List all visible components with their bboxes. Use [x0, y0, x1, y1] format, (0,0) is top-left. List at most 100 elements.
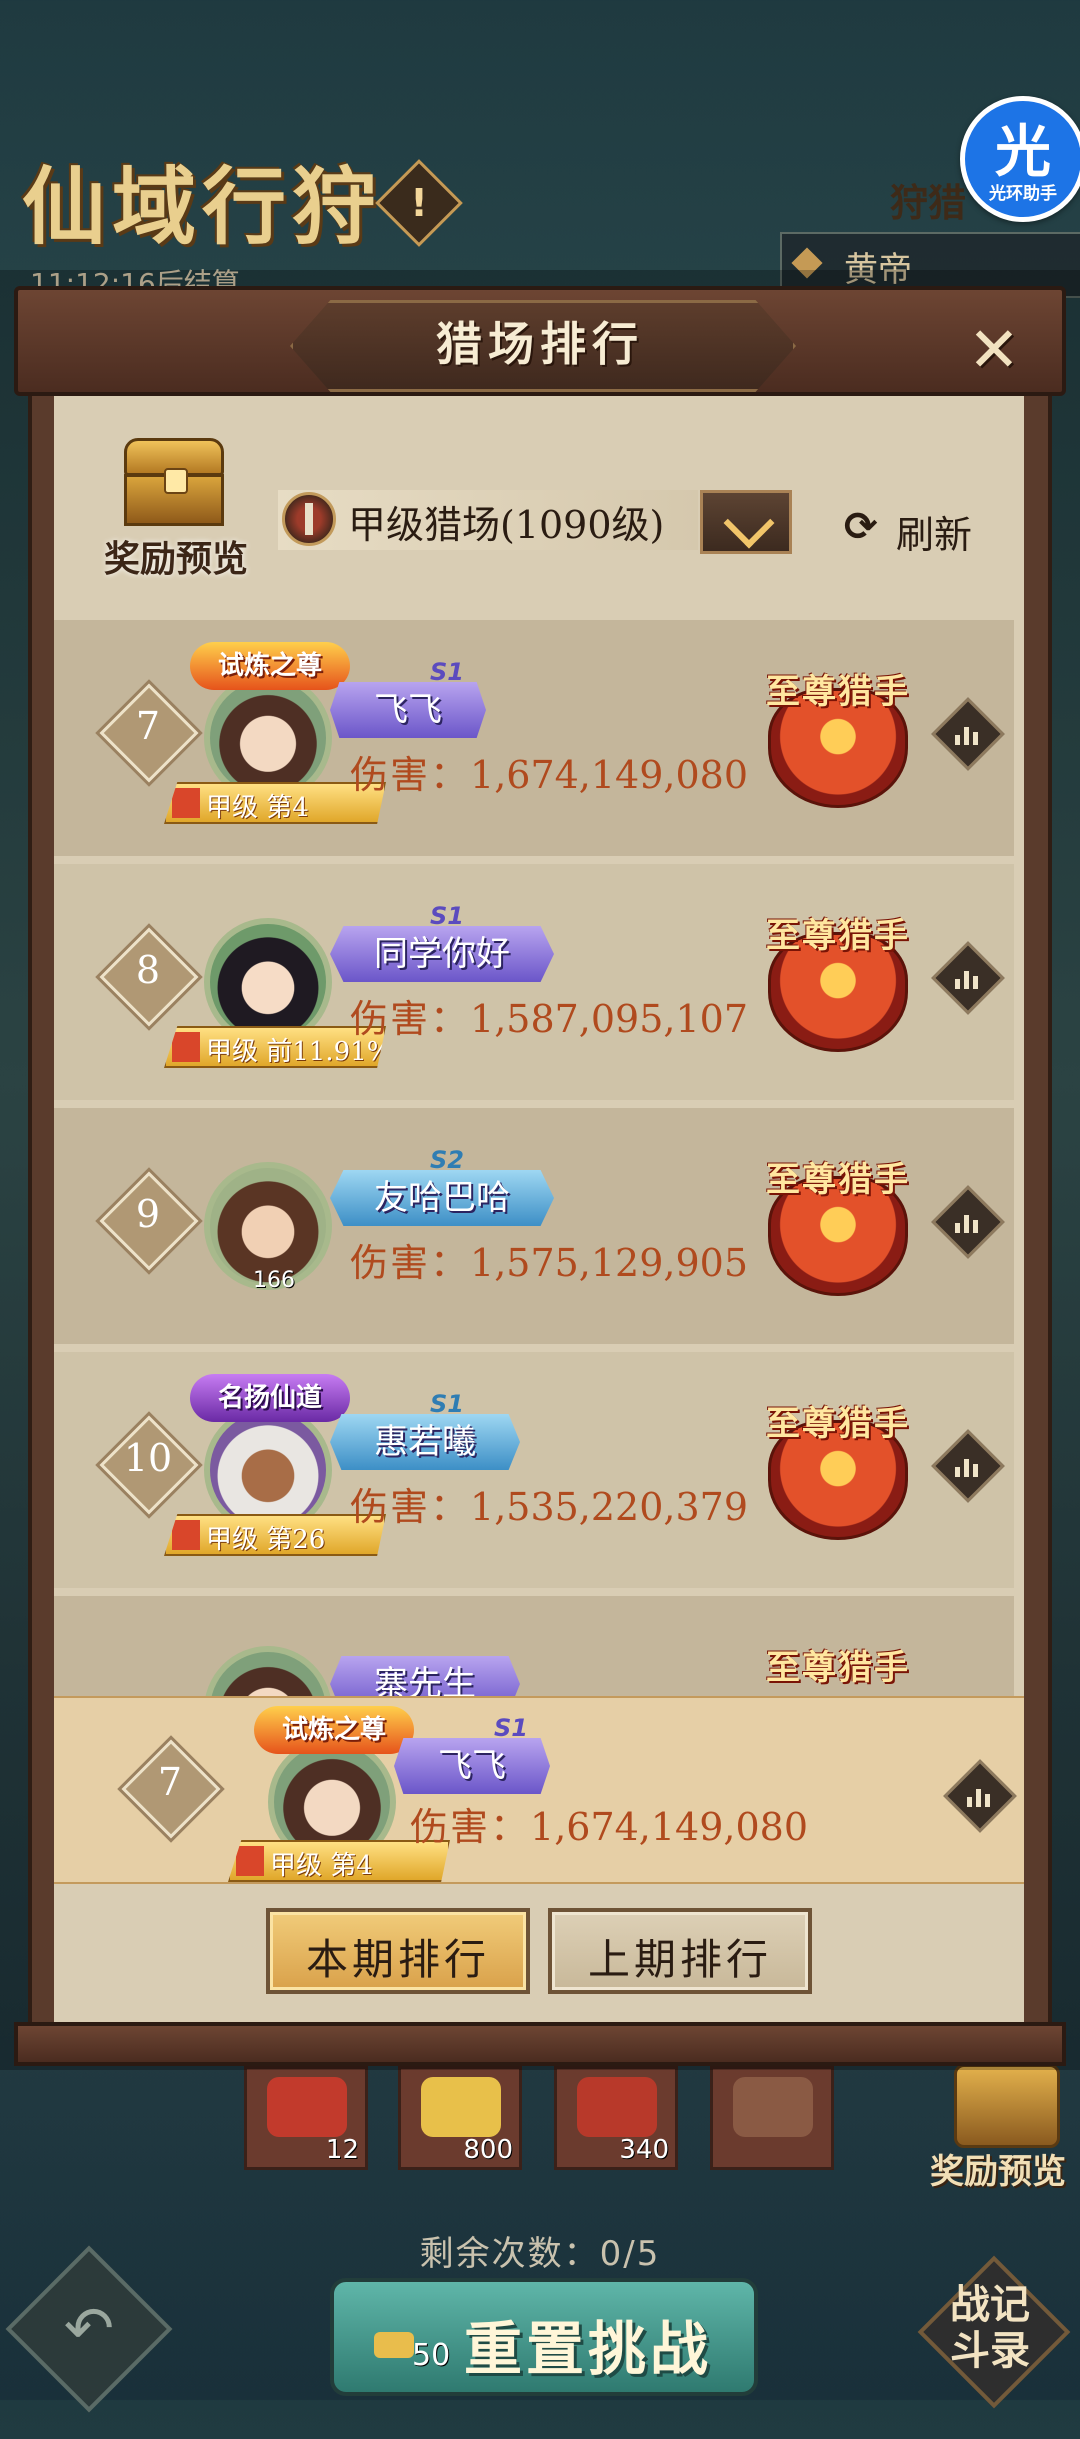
- rank-number: 7: [135, 704, 161, 748]
- gold-ingot-icon: [421, 2077, 501, 2137]
- tab-current-period[interactable]: 本期排行: [266, 1908, 530, 1994]
- info-button[interactable]: !: [375, 159, 463, 247]
- badge-title: 至尊猎手: [766, 1404, 910, 1444]
- tab-label: 本期排行: [305, 1935, 490, 1984]
- hunt-label: 狩猎: [890, 180, 967, 225]
- ranking-row[interactable]: 9 166 友哈巴哈 S2 伤害：1,575,129,905 至尊猎手: [54, 1108, 1014, 1344]
- item-count: 800: [463, 2135, 513, 2165]
- reward-preview-button[interactable]: 奖励预览: [96, 434, 256, 584]
- dropdown-button[interactable]: [700, 490, 792, 554]
- season-badge: S1: [430, 1390, 464, 1418]
- stats-button[interactable]: [931, 1185, 1005, 1259]
- player-name: 寨先生: [374, 1664, 476, 1700]
- chevron-down-icon: [723, 497, 775, 549]
- reset-cost: 50: [412, 2338, 451, 2373]
- damage-label: 伤害：: [350, 1485, 471, 1529]
- item-count: 12: [325, 2135, 359, 2165]
- ranking-row[interactable]: 8 同学你好 S1 甲级 前11.91% 伤害：1,587,095,107 至尊…: [54, 864, 1014, 1100]
- reward-item-4[interactable]: [710, 2066, 834, 2170]
- tab-previous-period[interactable]: 上期排行: [548, 1908, 812, 1994]
- reward-item-3[interactable]: 340: [554, 2066, 678, 2170]
- player-level: 166: [253, 1268, 295, 1293]
- damage-value: 伤害：1,674,149,080: [410, 1796, 808, 1851]
- player-name-ribbon: 同学你好: [330, 926, 554, 982]
- player-name: 友哈巴哈: [374, 1178, 510, 1218]
- coin-icon: [374, 2332, 414, 2358]
- flag-icon: [172, 788, 200, 818]
- refresh-icon: ⟳: [844, 504, 878, 550]
- reward-item-1[interactable]: 12: [244, 2066, 368, 2170]
- damage-number: 1,674,149,080: [530, 1805, 809, 1849]
- badge-title: 至尊猎手: [766, 672, 910, 712]
- reset-challenge-button[interactable]: 50 重置挑战: [330, 2278, 758, 2396]
- modal-bottom-bar: [14, 2022, 1066, 2066]
- grade-rank-text: 甲级 第4: [206, 793, 309, 823]
- badge-title: 至尊猎手: [766, 916, 910, 956]
- player-name-ribbon: 寨先生: [330, 1656, 520, 1700]
- ranking-list[interactable]: 7 139 试炼之尊 飞飞 S1 甲级 第4 伤害：1,674,149,080 …: [54, 620, 1014, 1700]
- player-name: 飞飞: [438, 1746, 506, 1786]
- player-name-ribbon: 飞飞: [330, 682, 486, 738]
- rank-number: 8: [135, 948, 161, 992]
- refresh-button[interactable]: ⟳ 刷新: [840, 500, 1000, 557]
- sword-emblem-icon: [282, 492, 336, 546]
- assistant-float-button[interactable]: 光 光环助手: [960, 96, 1080, 222]
- player-name-ribbon: 友哈巴哈: [330, 1170, 554, 1226]
- stats-button[interactable]: [931, 941, 1005, 1015]
- ranking-row[interactable]: 寨先生 至尊猎手: [54, 1596, 1014, 1700]
- badge-title: 至尊猎手: [766, 1160, 910, 1200]
- info-icon: !: [410, 181, 428, 225]
- modal-title: 猎场排行: [436, 317, 644, 371]
- player-name: 同学你好: [374, 934, 510, 974]
- event-title: 仙域行狩: [22, 157, 383, 256]
- stats-button[interactable]: [931, 1429, 1005, 1503]
- avatar[interactable]: [204, 1646, 332, 1700]
- reset-label: 重置挑战: [464, 2315, 713, 2383]
- flag-icon: [172, 1032, 200, 1062]
- supreme-hunter-badge: 至尊猎手: [748, 1396, 928, 1546]
- stats-button[interactable]: [943, 1759, 1017, 1833]
- chest-icon: [954, 2064, 1060, 2148]
- close-icon[interactable]: ✕: [964, 319, 1024, 381]
- player-name-ribbon: 飞飞: [394, 1738, 550, 1794]
- reward-item-2[interactable]: 800: [398, 2066, 522, 2170]
- my-rank-row[interactable]: 7 139 试炼之尊 飞飞 S1 甲级 第4 伤害：1,674,149,080: [54, 1696, 1024, 1884]
- damage-value: 伤害：1,535,220,379: [350, 1476, 748, 1531]
- rank-number: 9: [135, 1192, 161, 1236]
- supreme-hunter-badge: 至尊猎手: [748, 1152, 928, 1302]
- stats-button[interactable]: [931, 697, 1005, 771]
- bar-chart-icon: [955, 965, 981, 991]
- ranking-row[interactable]: 10 名扬仙道 惠若曦 S1 甲级 第26 伤害：1,535,220,379 至…: [54, 1352, 1014, 1588]
- damage-value: 伤害：1,587,095,107: [350, 988, 748, 1043]
- supreme-hunter-badge: 至尊猎手: [748, 664, 928, 814]
- treasure-chest-icon: [124, 438, 224, 526]
- honor-title: 试炼之尊: [254, 1706, 414, 1754]
- ranking-row[interactable]: 7 139 试炼之尊 飞飞 S1 甲级 第4 伤害：1,674,149,080 …: [54, 620, 1014, 856]
- flag-icon: [236, 1846, 264, 1876]
- damage-value: 伤害：1,575,129,905: [350, 1232, 748, 1287]
- grade-rank-text: 甲级 第26: [206, 1525, 326, 1555]
- hunt-token-icon: [733, 2077, 813, 2137]
- refresh-label: 刷新: [896, 513, 973, 557]
- season-badge: S2: [430, 1146, 464, 1174]
- reward-preview-label: 奖励预览: [103, 538, 248, 580]
- battle-record-button[interactable]: 战记斗录: [917, 2255, 1071, 2409]
- player-name: 飞飞: [374, 690, 442, 730]
- bar-chart-icon: [955, 721, 981, 747]
- bar-chart-icon: [955, 1209, 981, 1235]
- back-arrow-icon: ↶: [63, 2294, 115, 2364]
- side-reward-preview[interactable]: 奖励预览: [930, 2060, 1080, 2192]
- player-name-ribbon: 惠若曦: [330, 1414, 520, 1470]
- season-badge: S1: [430, 902, 464, 930]
- damage-number: 1,575,129,905: [470, 1241, 749, 1285]
- rank-number: 7: [157, 1760, 183, 1804]
- honor-title: 试炼之尊: [190, 642, 350, 690]
- assistant-label: 光环助手: [989, 184, 1057, 204]
- season-badge: S1: [494, 1714, 528, 1742]
- treasure-chest-icon: [577, 2077, 657, 2137]
- supreme-hunter-badge: 至尊猎手: [748, 908, 928, 1058]
- season-badge: S1: [430, 658, 464, 686]
- record-label: 战记斗录: [950, 2281, 1030, 2374]
- bar-chart-icon: [967, 1783, 993, 1809]
- hunting-ground-select[interactable]: 甲级猎场(1090级): [278, 490, 698, 550]
